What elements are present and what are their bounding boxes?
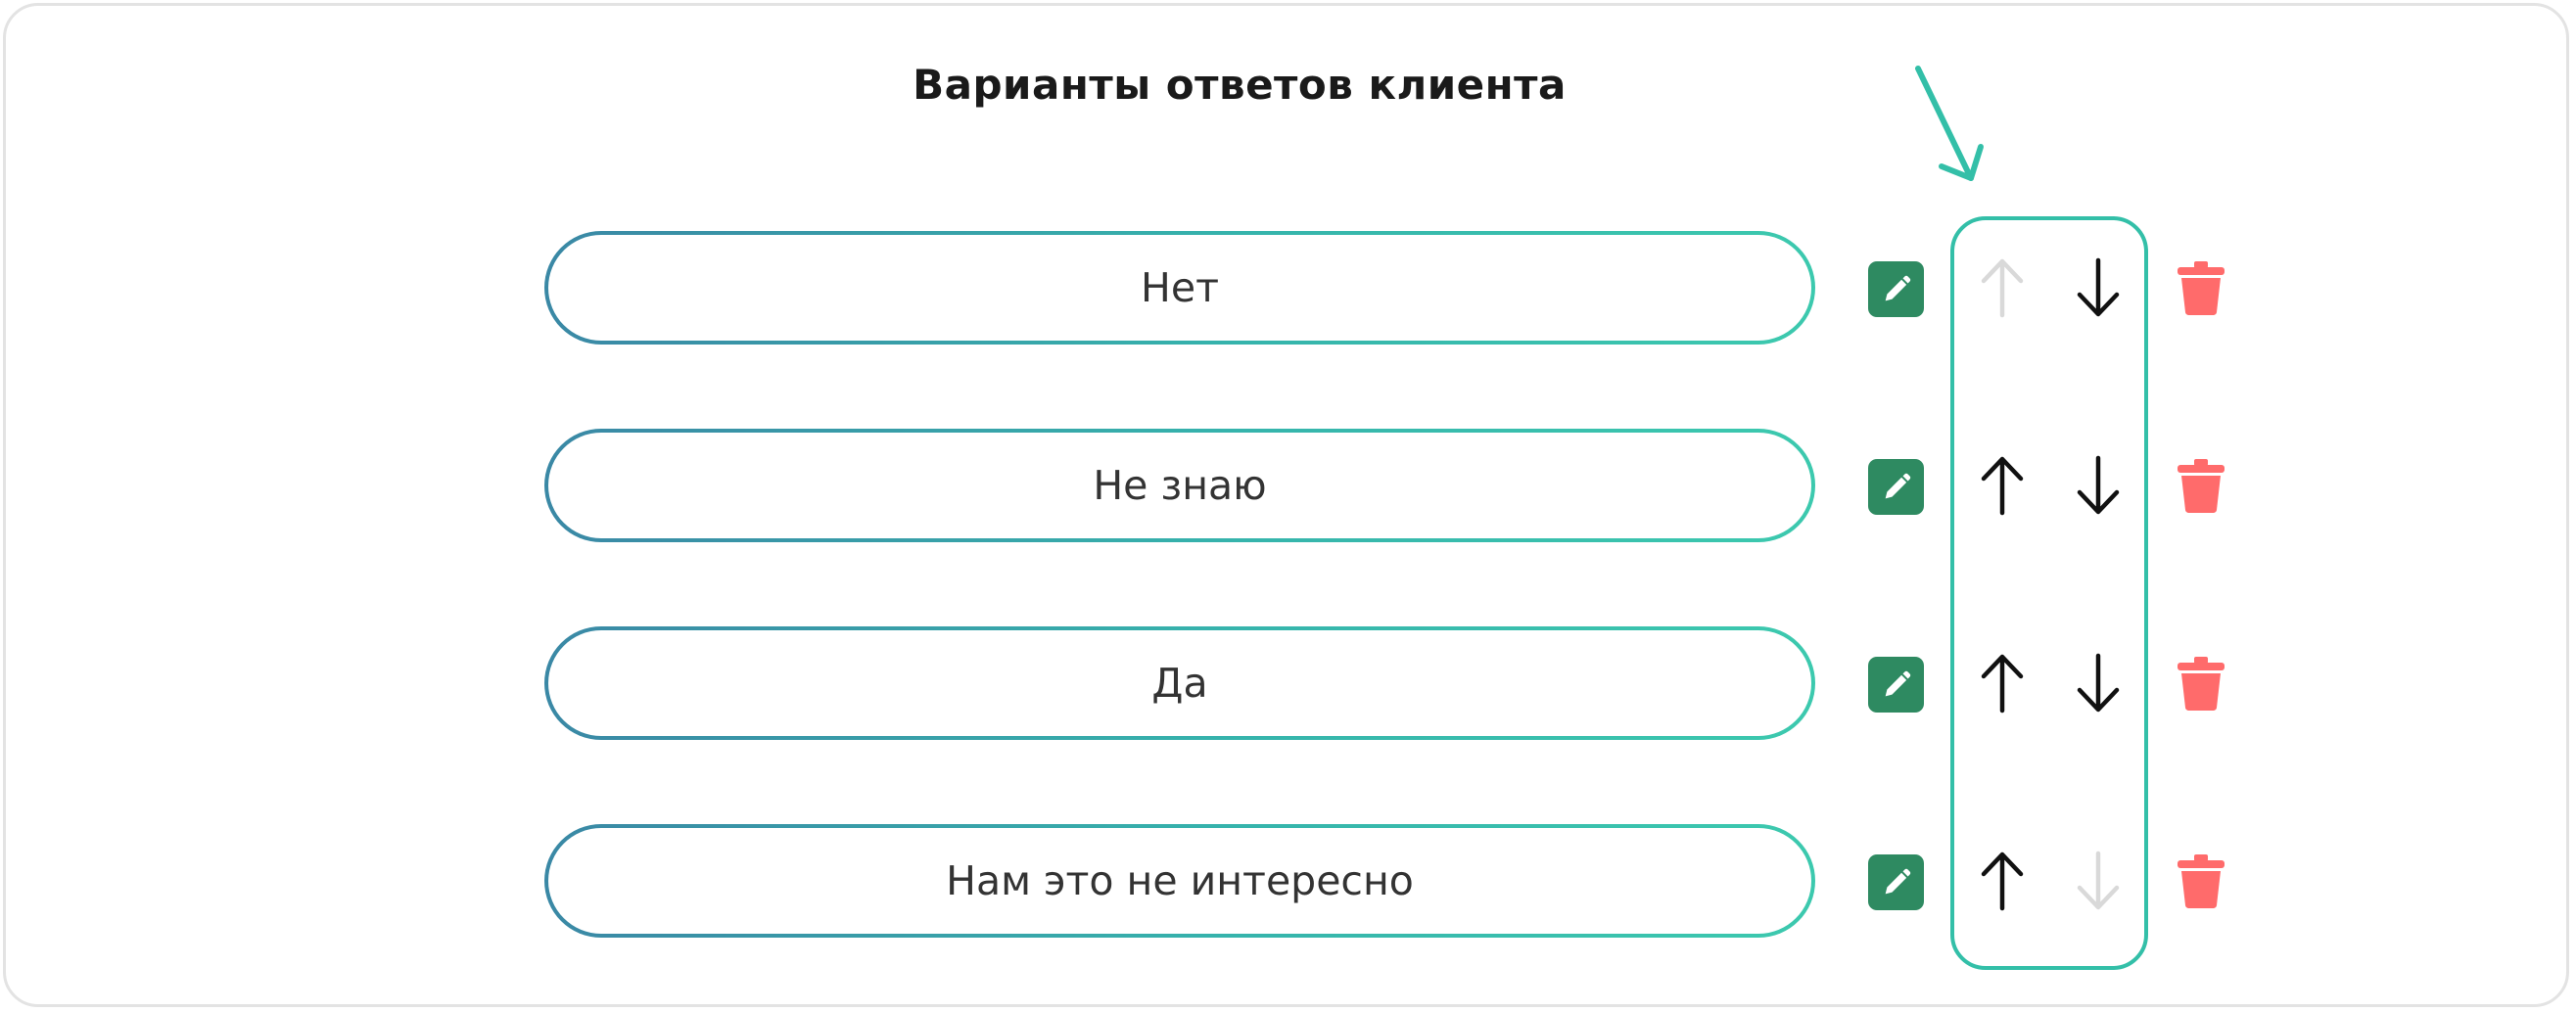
move-up-button[interactable]	[1973, 850, 2032, 912]
move-down-button[interactable]	[2069, 256, 2128, 319]
pencil-icon	[1885, 473, 1910, 498]
answer-field[interactable]: Нам это не интересно	[544, 824, 1815, 938]
pencil-icon	[1885, 868, 1910, 894]
answer-label: Да	[548, 630, 1811, 736]
arrow-up-icon	[1981, 852, 2024, 911]
edit-button[interactable]	[1868, 854, 1924, 910]
answer-field[interactable]: Да	[544, 626, 1815, 740]
edit-button[interactable]	[1868, 657, 1924, 713]
page-title: Варианты ответов клиента	[913, 61, 1567, 109]
move-up-button	[1973, 256, 2032, 319]
delete-button[interactable]	[2174, 654, 2228, 713]
arrow-up-icon	[1981, 654, 2024, 714]
arrow-down-icon	[2077, 455, 2120, 515]
trash-icon	[2178, 657, 2225, 711]
trash-icon	[2178, 854, 2225, 908]
answers-card: Варианты ответов клиента Нет Не знаю Да …	[3, 3, 2569, 1007]
answer-label: Не знаю	[548, 433, 1811, 538]
arrow-down-icon	[2077, 851, 2120, 910]
pencil-icon	[1885, 275, 1910, 300]
move-up-button[interactable]	[1973, 652, 2032, 714]
delete-button[interactable]	[2174, 852, 2228, 910]
arrow-up-icon	[1981, 258, 2024, 318]
trash-icon	[2178, 459, 2225, 513]
answer-field[interactable]: Нет	[544, 231, 1815, 345]
answer-row-1: Нет	[6, 231, 2576, 345]
arrow-up-icon	[1981, 456, 2024, 516]
pointer-arrow-icon	[1915, 66, 1984, 181]
move-up-button[interactable]	[1973, 454, 2032, 517]
answer-field[interactable]: Не знаю	[544, 429, 1815, 542]
move-down-button[interactable]	[2069, 454, 2128, 517]
answer-row-4: Нам это не интересно	[6, 824, 2576, 938]
answer-row-2: Не знаю	[6, 429, 2576, 542]
answer-label: Нам это не интересно	[548, 828, 1811, 934]
edit-button[interactable]	[1868, 459, 1924, 515]
trash-icon	[2178, 261, 2225, 315]
move-down-button[interactable]	[2069, 652, 2128, 714]
arrow-down-icon	[2077, 257, 2120, 317]
answer-label: Нет	[548, 235, 1811, 341]
delete-button[interactable]	[2174, 258, 2228, 317]
move-down-button	[2069, 850, 2128, 912]
edit-button[interactable]	[1868, 261, 1924, 317]
arrow-down-icon	[2077, 653, 2120, 713]
pencil-icon	[1885, 670, 1910, 696]
answer-row-3: Да	[6, 626, 2576, 740]
delete-button[interactable]	[2174, 456, 2228, 515]
